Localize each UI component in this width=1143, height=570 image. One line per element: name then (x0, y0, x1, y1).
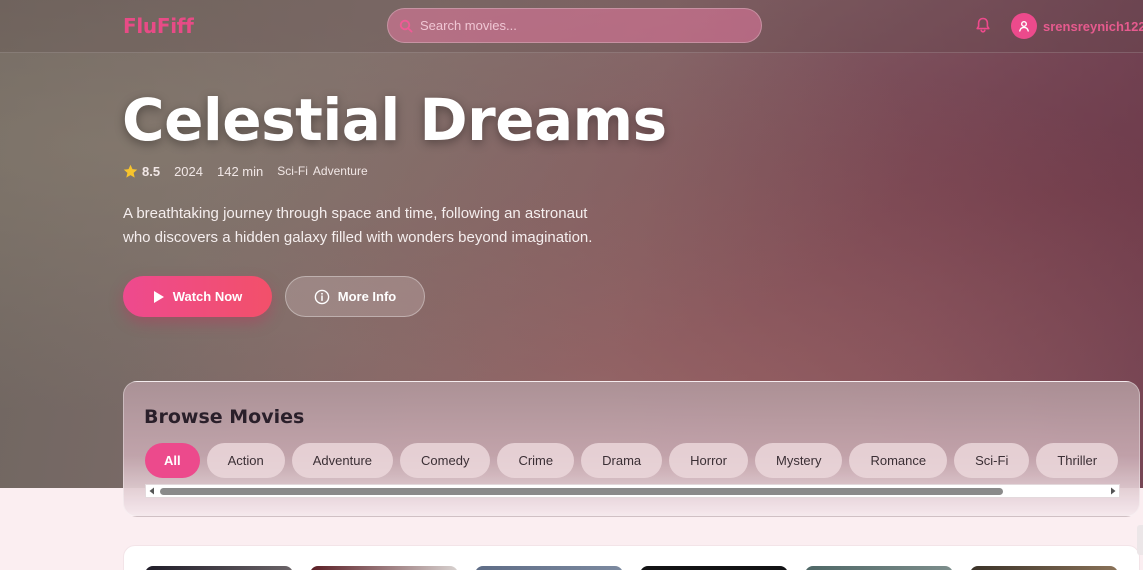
genre-chip-comedy[interactable]: Comedy (400, 443, 491, 478)
bell-icon[interactable] (974, 16, 992, 34)
play-icon (153, 290, 164, 303)
genre-chip-sci-fi[interactable]: Sci-Fi (954, 443, 1030, 478)
movie-grid (123, 545, 1140, 570)
rating-value: 8.5 (142, 163, 161, 179)
scroll-right-icon[interactable] (1109, 487, 1117, 495)
movie-poster[interactable] (475, 566, 623, 570)
more-info-label: More Info (337, 289, 397, 304)
page-scrollbar[interactable] (1137, 525, 1143, 555)
top-navbar: FluFiff srensreynich122 (0, 0, 1143, 53)
movie-poster[interactable] (805, 566, 953, 570)
movie-poster[interactable] (640, 566, 788, 570)
genre-chip-romance[interactable]: Romance (849, 443, 948, 478)
genre-chip-adventure[interactable]: Adventure (291, 443, 394, 478)
genre-chip-horror[interactable]: Horror (669, 443, 748, 478)
browse-title: Browse Movies (144, 406, 305, 428)
genre-tag: Sci-Fi (277, 164, 308, 178)
search-input[interactable] (420, 9, 750, 42)
genre-chip-action[interactable]: Action (206, 443, 285, 478)
avatar[interactable] (1011, 13, 1037, 39)
info-icon (314, 289, 330, 304)
featured-description: A breathtaking journey through space and… (123, 205, 593, 246)
genre-chip-crime[interactable]: Crime (497, 443, 575, 478)
movie-poster[interactable] (970, 566, 1118, 570)
search-icon (399, 19, 413, 33)
featured-meta: 8.5 2024 142 min Sci-Fi Adventure (123, 162, 373, 180)
browse-panel: Browse Movies All Action Adventure Comedy Cr… (123, 381, 1140, 517)
username[interactable]: srensreynich122 (1043, 19, 1143, 34)
horizontal-scrollbar[interactable] (145, 484, 1120, 498)
movie-poster[interactable] (310, 566, 458, 570)
genre-filter-list: All Action Adventure Comedy Crime Drama Horror… (145, 443, 1120, 479)
genre-chip-thriller[interactable]: Thriller (1036, 443, 1119, 478)
watch-now-label: Watch Now (172, 289, 243, 304)
app-logo[interactable]: FluFiff (123, 14, 194, 38)
star-icon (123, 164, 138, 178)
release-year: 2024 (174, 163, 203, 179)
search-bar[interactable] (387, 8, 762, 43)
genre-chip-all[interactable]: All (145, 443, 200, 478)
movie-poster[interactable] (145, 566, 293, 570)
genre-chip-mystery[interactable]: Mystery (754, 443, 843, 478)
scrollbar-thumb[interactable] (160, 488, 1003, 495)
watch-now-button[interactable]: Watch Now (123, 276, 272, 317)
runtime: 142 min (217, 163, 264, 179)
user-icon (1019, 21, 1029, 32)
genre-tag: Adventure (312, 164, 368, 178)
scroll-left-icon[interactable] (148, 487, 156, 495)
featured-title: Celestial Dreams (122, 86, 667, 154)
more-info-button[interactable]: More Info (285, 276, 425, 317)
genre-chip-drama[interactable]: Drama (581, 443, 663, 478)
